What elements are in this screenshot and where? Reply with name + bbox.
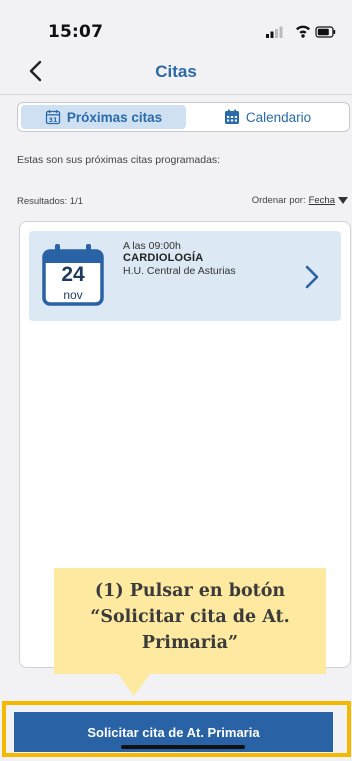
page-title: Citas: [155, 62, 197, 81]
appointment-day: 24: [61, 263, 85, 286]
calendar-grid-icon: [224, 109, 239, 124]
signal-icon: [266, 26, 283, 38]
sort-label: Ordenar por:: [251, 195, 306, 206]
callout-line-2: “Solicitar cita de At.: [90, 607, 290, 627]
callout-text: (1) Pulsar en botón “Solicitar cita de A…: [54, 578, 326, 656]
callout-line-3: Primaria”: [141, 633, 239, 653]
appointment-time: A las 09:00h: [123, 240, 181, 252]
appointment-specialty: CARDIOLOGÍA: [123, 252, 204, 264]
appointment-month: nov: [63, 288, 83, 302]
intro-text: Estas son sus próximas citas programadas…: [17, 154, 221, 166]
status-bar: 15:07: [0, 0, 352, 54]
svg-text:31: 31: [48, 116, 58, 124]
chevron-right-icon[interactable]: [303, 264, 321, 290]
callout-pointer: [118, 674, 150, 696]
status-icons: [266, 25, 336, 38]
caret-down-icon[interactable]: [338, 197, 348, 204]
tab-proximas-citas[interactable]: 31 Próximas citas: [21, 105, 186, 129]
tab-calendario-label: Calendario: [245, 109, 312, 125]
appointment-place: H.U. Central de Asturias: [123, 265, 236, 277]
callout-line-1: (1) Pulsar en botón: [94, 581, 286, 601]
tab-proximas-citas-label: Próximas citas: [66, 109, 163, 125]
battery-icon: [315, 26, 336, 38]
tab-switcher: 31 Próximas citas Calendario: [17, 102, 350, 132]
sort-control: Ordenar por: Fecha: [252, 195, 348, 206]
nav-bar: Citas: [0, 54, 352, 92]
sort-value-link[interactable]: Fecha: [309, 195, 335, 206]
results-count: Resultados: 1/1: [17, 196, 84, 207]
calendar-day-icon: 31: [45, 110, 60, 125]
wifi-icon: [296, 25, 310, 38]
status-time: 15:07: [48, 22, 104, 42]
nav-divider: [0, 94, 352, 95]
tab-calendario[interactable]: Calendario: [190, 105, 345, 129]
home-indicator: [121, 745, 245, 749]
